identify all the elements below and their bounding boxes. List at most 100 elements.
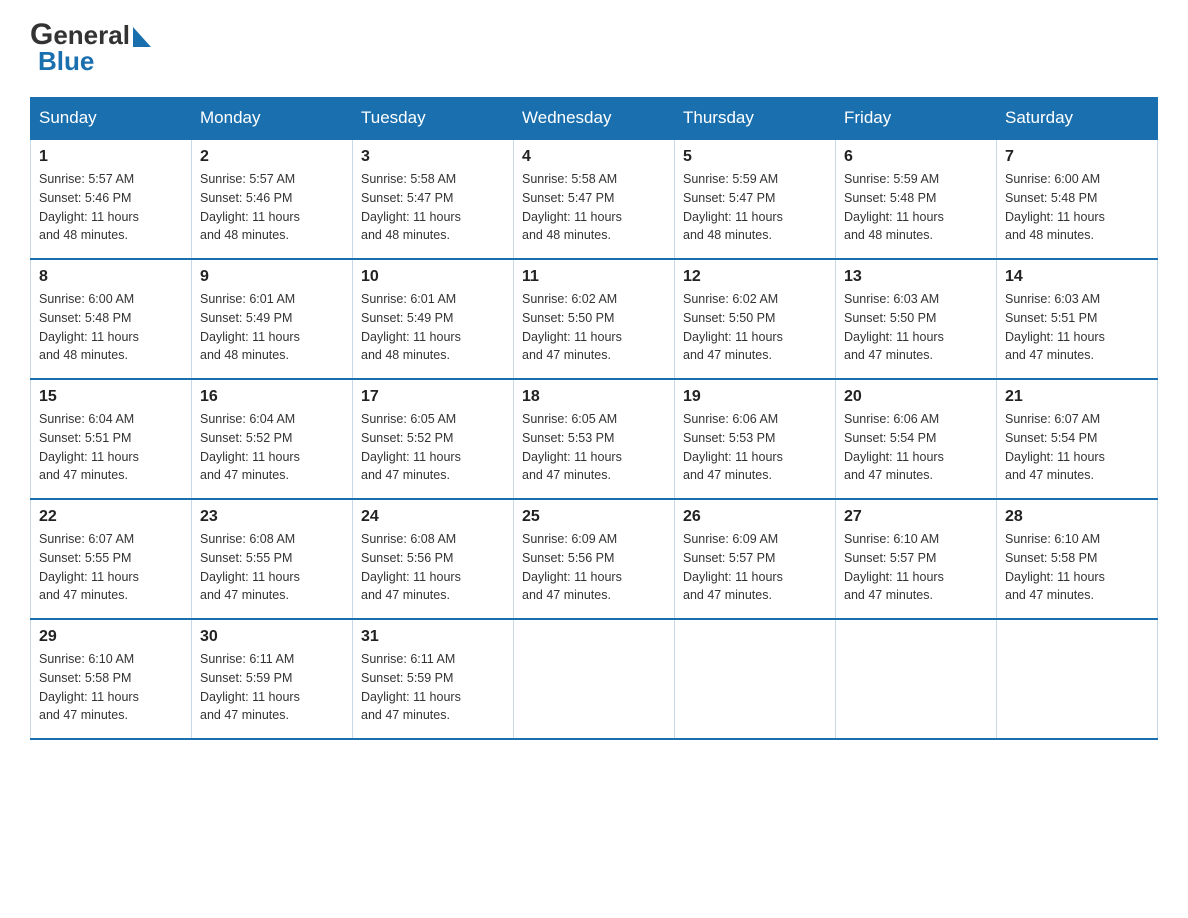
day-info: Sunrise: 6:01 AM Sunset: 5:49 PM Dayligh… <box>200 290 344 365</box>
day-number: 3 <box>361 148 505 166</box>
day-info: Sunrise: 6:02 AM Sunset: 5:50 PM Dayligh… <box>683 290 827 365</box>
calendar-day-cell: 12 Sunrise: 6:02 AM Sunset: 5:50 PM Dayli… <box>675 259 836 379</box>
day-info: Sunrise: 6:00 AM Sunset: 5:48 PM Dayligh… <box>39 290 183 365</box>
calendar-day-cell: 4 Sunrise: 5:58 AM Sunset: 5:47 PM Daylig… <box>514 139 675 259</box>
calendar-week-row: 8 Sunrise: 6:00 AM Sunset: 5:48 PM Daylig… <box>31 259 1158 379</box>
calendar-week-row: 1Sunrise: 5:57 AM Sunset: 5:46 PM Daylig… <box>31 139 1158 259</box>
calendar-day-cell: 30 Sunrise: 6:11 AM Sunset: 5:59 PM Dayli… <box>192 619 353 739</box>
day-info: Sunrise: 6:11 AM Sunset: 5:59 PM Dayligh… <box>200 650 344 725</box>
calendar-day-cell: 28 Sunrise: 6:10 AM Sunset: 5:58 PM Dayli… <box>997 499 1158 619</box>
day-info: Sunrise: 6:05 AM Sunset: 5:53 PM Dayligh… <box>522 410 666 485</box>
day-number: 29 <box>39 628 183 646</box>
day-info: Sunrise: 6:03 AM Sunset: 5:51 PM Dayligh… <box>1005 290 1149 365</box>
calendar-week-row: 22 Sunrise: 6:07 AM Sunset: 5:55 PM Dayli… <box>31 499 1158 619</box>
day-number: 25 <box>522 508 666 526</box>
day-info: Sunrise: 5:59 AM Sunset: 5:48 PM Dayligh… <box>844 170 988 245</box>
calendar-week-row: 15 Sunrise: 6:04 AM Sunset: 5:51 PM Dayli… <box>31 379 1158 499</box>
day-info: Sunrise: 6:09 AM Sunset: 5:57 PM Dayligh… <box>683 530 827 605</box>
day-of-week-header: Sunday <box>31 98 192 140</box>
day-info: Sunrise: 6:06 AM Sunset: 5:53 PM Dayligh… <box>683 410 827 485</box>
day-info: Sunrise: 6:09 AM Sunset: 5:56 PM Dayligh… <box>522 530 666 605</box>
day-number: 17 <box>361 388 505 406</box>
calendar-day-cell: 3 Sunrise: 5:58 AM Sunset: 5:47 PM Daylig… <box>353 139 514 259</box>
day-number: 16 <box>200 388 344 406</box>
day-number: 22 <box>39 508 183 526</box>
day-number: 30 <box>200 628 344 646</box>
calendar-day-cell: 21 Sunrise: 6:07 AM Sunset: 5:54 PM Dayli… <box>997 379 1158 499</box>
calendar-day-cell: 5Sunrise: 5:59 AM Sunset: 5:47 PM Daylig… <box>675 139 836 259</box>
day-number: 8 <box>39 268 183 286</box>
day-info: Sunrise: 6:04 AM Sunset: 5:51 PM Dayligh… <box>39 410 183 485</box>
calendar-week-row: 29 Sunrise: 6:10 AM Sunset: 5:58 PM Dayli… <box>31 619 1158 739</box>
day-info: Sunrise: 6:06 AM Sunset: 5:54 PM Dayligh… <box>844 410 988 485</box>
day-number: 15 <box>39 388 183 406</box>
calendar-day-cell <box>836 619 997 739</box>
day-number: 11 <box>522 268 666 286</box>
logo-flag-icon <box>133 27 151 47</box>
day-number: 10 <box>361 268 505 286</box>
calendar-day-cell <box>675 619 836 739</box>
day-info: Sunrise: 6:04 AM Sunset: 5:52 PM Dayligh… <box>200 410 344 485</box>
day-info: Sunrise: 6:07 AM Sunset: 5:55 PM Dayligh… <box>39 530 183 605</box>
day-info: Sunrise: 5:57 AM Sunset: 5:46 PM Dayligh… <box>200 170 344 245</box>
day-number: 2 <box>200 148 344 166</box>
calendar-day-cell: 2 Sunrise: 5:57 AM Sunset: 5:46 PM Daylig… <box>192 139 353 259</box>
day-number: 9 <box>200 268 344 286</box>
calendar-day-cell: 9 Sunrise: 6:01 AM Sunset: 5:49 PM Daylig… <box>192 259 353 379</box>
day-of-week-header: Friday <box>836 98 997 140</box>
day-number: 31 <box>361 628 505 646</box>
day-of-week-header: Thursday <box>675 98 836 140</box>
logo: G eneral Blue <box>30 20 151 77</box>
day-info: Sunrise: 6:00 AM Sunset: 5:48 PM Dayligh… <box>1005 170 1149 245</box>
calendar-day-cell: 7 Sunrise: 6:00 AM Sunset: 5:48 PM Daylig… <box>997 139 1158 259</box>
day-number: 14 <box>1005 268 1149 286</box>
day-info: Sunrise: 6:07 AM Sunset: 5:54 PM Dayligh… <box>1005 410 1149 485</box>
page-header: G eneral Blue <box>30 20 1158 77</box>
day-info: Sunrise: 6:01 AM Sunset: 5:49 PM Dayligh… <box>361 290 505 365</box>
day-number: 23 <box>200 508 344 526</box>
calendar-day-cell <box>997 619 1158 739</box>
day-number: 5 <box>683 148 827 166</box>
day-info: Sunrise: 6:10 AM Sunset: 5:58 PM Dayligh… <box>39 650 183 725</box>
calendar-day-cell: 1Sunrise: 5:57 AM Sunset: 5:46 PM Daylig… <box>31 139 192 259</box>
day-number: 27 <box>844 508 988 526</box>
calendar-day-cell: 17 Sunrise: 6:05 AM Sunset: 5:52 PM Dayli… <box>353 379 514 499</box>
day-number: 12 <box>683 268 827 286</box>
day-of-week-header: Tuesday <box>353 98 514 140</box>
day-number: 7 <box>1005 148 1149 166</box>
day-info: Sunrise: 6:05 AM Sunset: 5:52 PM Dayligh… <box>361 410 505 485</box>
day-info: Sunrise: 5:58 AM Sunset: 5:47 PM Dayligh… <box>522 170 666 245</box>
calendar-day-cell: 14 Sunrise: 6:03 AM Sunset: 5:51 PM Dayli… <box>997 259 1158 379</box>
calendar-day-cell: 18Sunrise: 6:05 AM Sunset: 5:53 PM Dayli… <box>514 379 675 499</box>
day-info: Sunrise: 6:10 AM Sunset: 5:57 PM Dayligh… <box>844 530 988 605</box>
day-number: 28 <box>1005 508 1149 526</box>
calendar-day-cell: 27 Sunrise: 6:10 AM Sunset: 5:57 PM Dayli… <box>836 499 997 619</box>
day-of-week-header: Monday <box>192 98 353 140</box>
day-number: 21 <box>1005 388 1149 406</box>
day-info: Sunrise: 5:58 AM Sunset: 5:47 PM Dayligh… <box>361 170 505 245</box>
calendar-day-cell: 15 Sunrise: 6:04 AM Sunset: 5:51 PM Dayli… <box>31 379 192 499</box>
calendar-day-cell: 24Sunrise: 6:08 AM Sunset: 5:56 PM Dayli… <box>353 499 514 619</box>
calendar-day-cell: 6 Sunrise: 5:59 AM Sunset: 5:48 PM Daylig… <box>836 139 997 259</box>
day-number: 13 <box>844 268 988 286</box>
calendar-body: 1Sunrise: 5:57 AM Sunset: 5:46 PM Daylig… <box>31 139 1158 739</box>
day-info: Sunrise: 6:11 AM Sunset: 5:59 PM Dayligh… <box>361 650 505 725</box>
calendar-day-cell: 22 Sunrise: 6:07 AM Sunset: 5:55 PM Dayli… <box>31 499 192 619</box>
calendar-day-cell: 19 Sunrise: 6:06 AM Sunset: 5:53 PM Dayli… <box>675 379 836 499</box>
logo-eneral: eneral <box>53 22 130 48</box>
day-info: Sunrise: 6:03 AM Sunset: 5:50 PM Dayligh… <box>844 290 988 365</box>
day-number: 19 <box>683 388 827 406</box>
day-info: Sunrise: 6:08 AM Sunset: 5:55 PM Dayligh… <box>200 530 344 605</box>
calendar-day-cell: 29 Sunrise: 6:10 AM Sunset: 5:58 PM Dayli… <box>31 619 192 739</box>
calendar-day-cell: 11Sunrise: 6:02 AM Sunset: 5:50 PM Dayli… <box>514 259 675 379</box>
day-number: 6 <box>844 148 988 166</box>
calendar-day-cell: 16 Sunrise: 6:04 AM Sunset: 5:52 PM Dayli… <box>192 379 353 499</box>
day-number: 20 <box>844 388 988 406</box>
day-number: 26 <box>683 508 827 526</box>
calendar-day-cell: 20 Sunrise: 6:06 AM Sunset: 5:54 PM Dayli… <box>836 379 997 499</box>
calendar-day-cell: 8 Sunrise: 6:00 AM Sunset: 5:48 PM Daylig… <box>31 259 192 379</box>
day-info: Sunrise: 6:10 AM Sunset: 5:58 PM Dayligh… <box>1005 530 1149 605</box>
calendar-day-cell: 31 Sunrise: 6:11 AM Sunset: 5:59 PM Dayli… <box>353 619 514 739</box>
day-number: 4 <box>522 148 666 166</box>
calendar-day-cell: 13 Sunrise: 6:03 AM Sunset: 5:50 PM Dayli… <box>836 259 997 379</box>
